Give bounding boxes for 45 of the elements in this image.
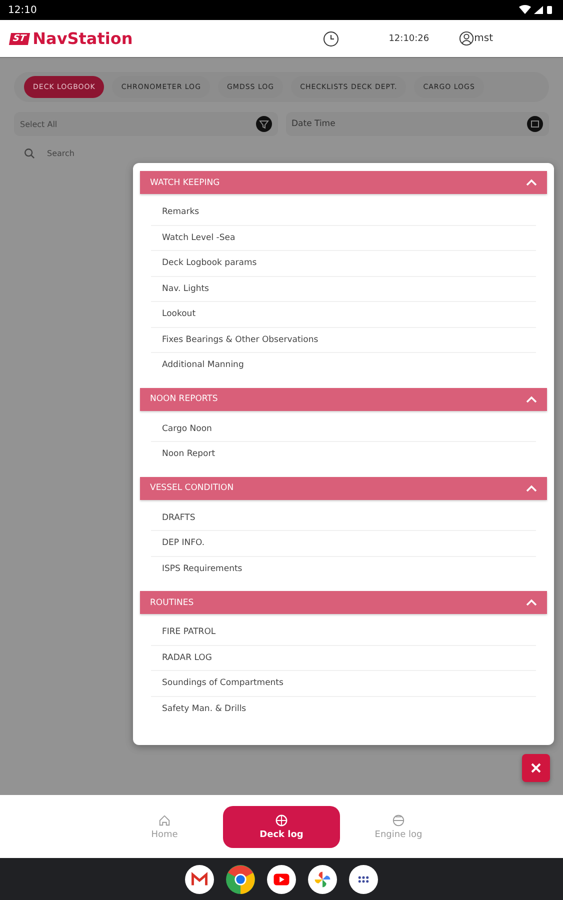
status-time: 12:10 <box>8 4 37 16</box>
section-header[interactable]: WATCH KEEPING <box>140 171 547 194</box>
date-field[interactable]: Date Time <box>286 112 549 136</box>
chevron-up-icon <box>526 599 537 606</box>
menu-item[interactable]: Remarks <box>151 200 536 226</box>
menu-item[interactable]: Safety Man. & Drills <box>151 696 536 721</box>
mail-icon[interactable] <box>185 864 214 894</box>
menu-item[interactable]: ISPS Requirements <box>151 556 536 581</box>
chevron-up-icon <box>526 179 537 186</box>
menu-item[interactable]: Nav. Lights <box>151 276 536 302</box>
menu-item[interactable]: RADAR LOG <box>151 646 536 671</box>
filter-icon[interactable] <box>256 116 272 132</box>
user-icon[interactable] <box>459 31 474 46</box>
menu-item[interactable]: Fixes Bearings & Other Observations <box>151 328 536 353</box>
menu-item[interactable]: DRAFTS <box>151 506 536 531</box>
logo: ST NavStation <box>10 29 133 48</box>
menu-item[interactable]: Cargo Noon <box>151 416 536 442</box>
globe-icon <box>392 814 405 826</box>
menu-item[interactable]: Noon Report <box>151 442 536 466</box>
menu-item[interactable]: Watch Level -Sea <box>151 226 536 251</box>
menu-item[interactable]: Lookout <box>151 302 536 328</box>
menu-item[interactable]: Deck Logbook params <box>151 251 536 276</box>
section-header[interactable]: VESSEL CONDITION <box>140 476 547 500</box>
close-icon <box>531 763 541 773</box>
section-header[interactable]: ROUTINES <box>140 591 547 614</box>
nav-tab[interactable]: Deck log <box>223 806 340 848</box>
home-icon <box>158 814 171 826</box>
play-icon[interactable] <box>267 864 296 894</box>
clock-time: 12:10:26 <box>388 34 430 44</box>
ship-wheel-icon <box>275 814 288 826</box>
status-icons <box>519 5 555 15</box>
close-button[interactable] <box>522 754 550 782</box>
search-icon <box>24 148 35 159</box>
user-name: mst <box>474 33 493 44</box>
chevron-up-icon <box>526 484 537 492</box>
menu-item[interactable]: Soundings of Compartments <box>151 671 536 696</box>
apps-icon[interactable] <box>349 864 378 894</box>
pinwheel-icon[interactable] <box>308 864 337 894</box>
clock-icon[interactable] <box>322 30 339 46</box>
menu-item[interactable]: DEP INFO. <box>151 531 536 556</box>
menu-item[interactable]: FIRE PATROL <box>151 620 536 646</box>
section-header[interactable]: NOON REPORTS <box>140 388 547 410</box>
chevron-up-icon <box>526 396 537 402</box>
browser-icon[interactable] <box>226 864 255 894</box>
menu-item[interactable]: Additional Manning <box>151 353 536 378</box>
